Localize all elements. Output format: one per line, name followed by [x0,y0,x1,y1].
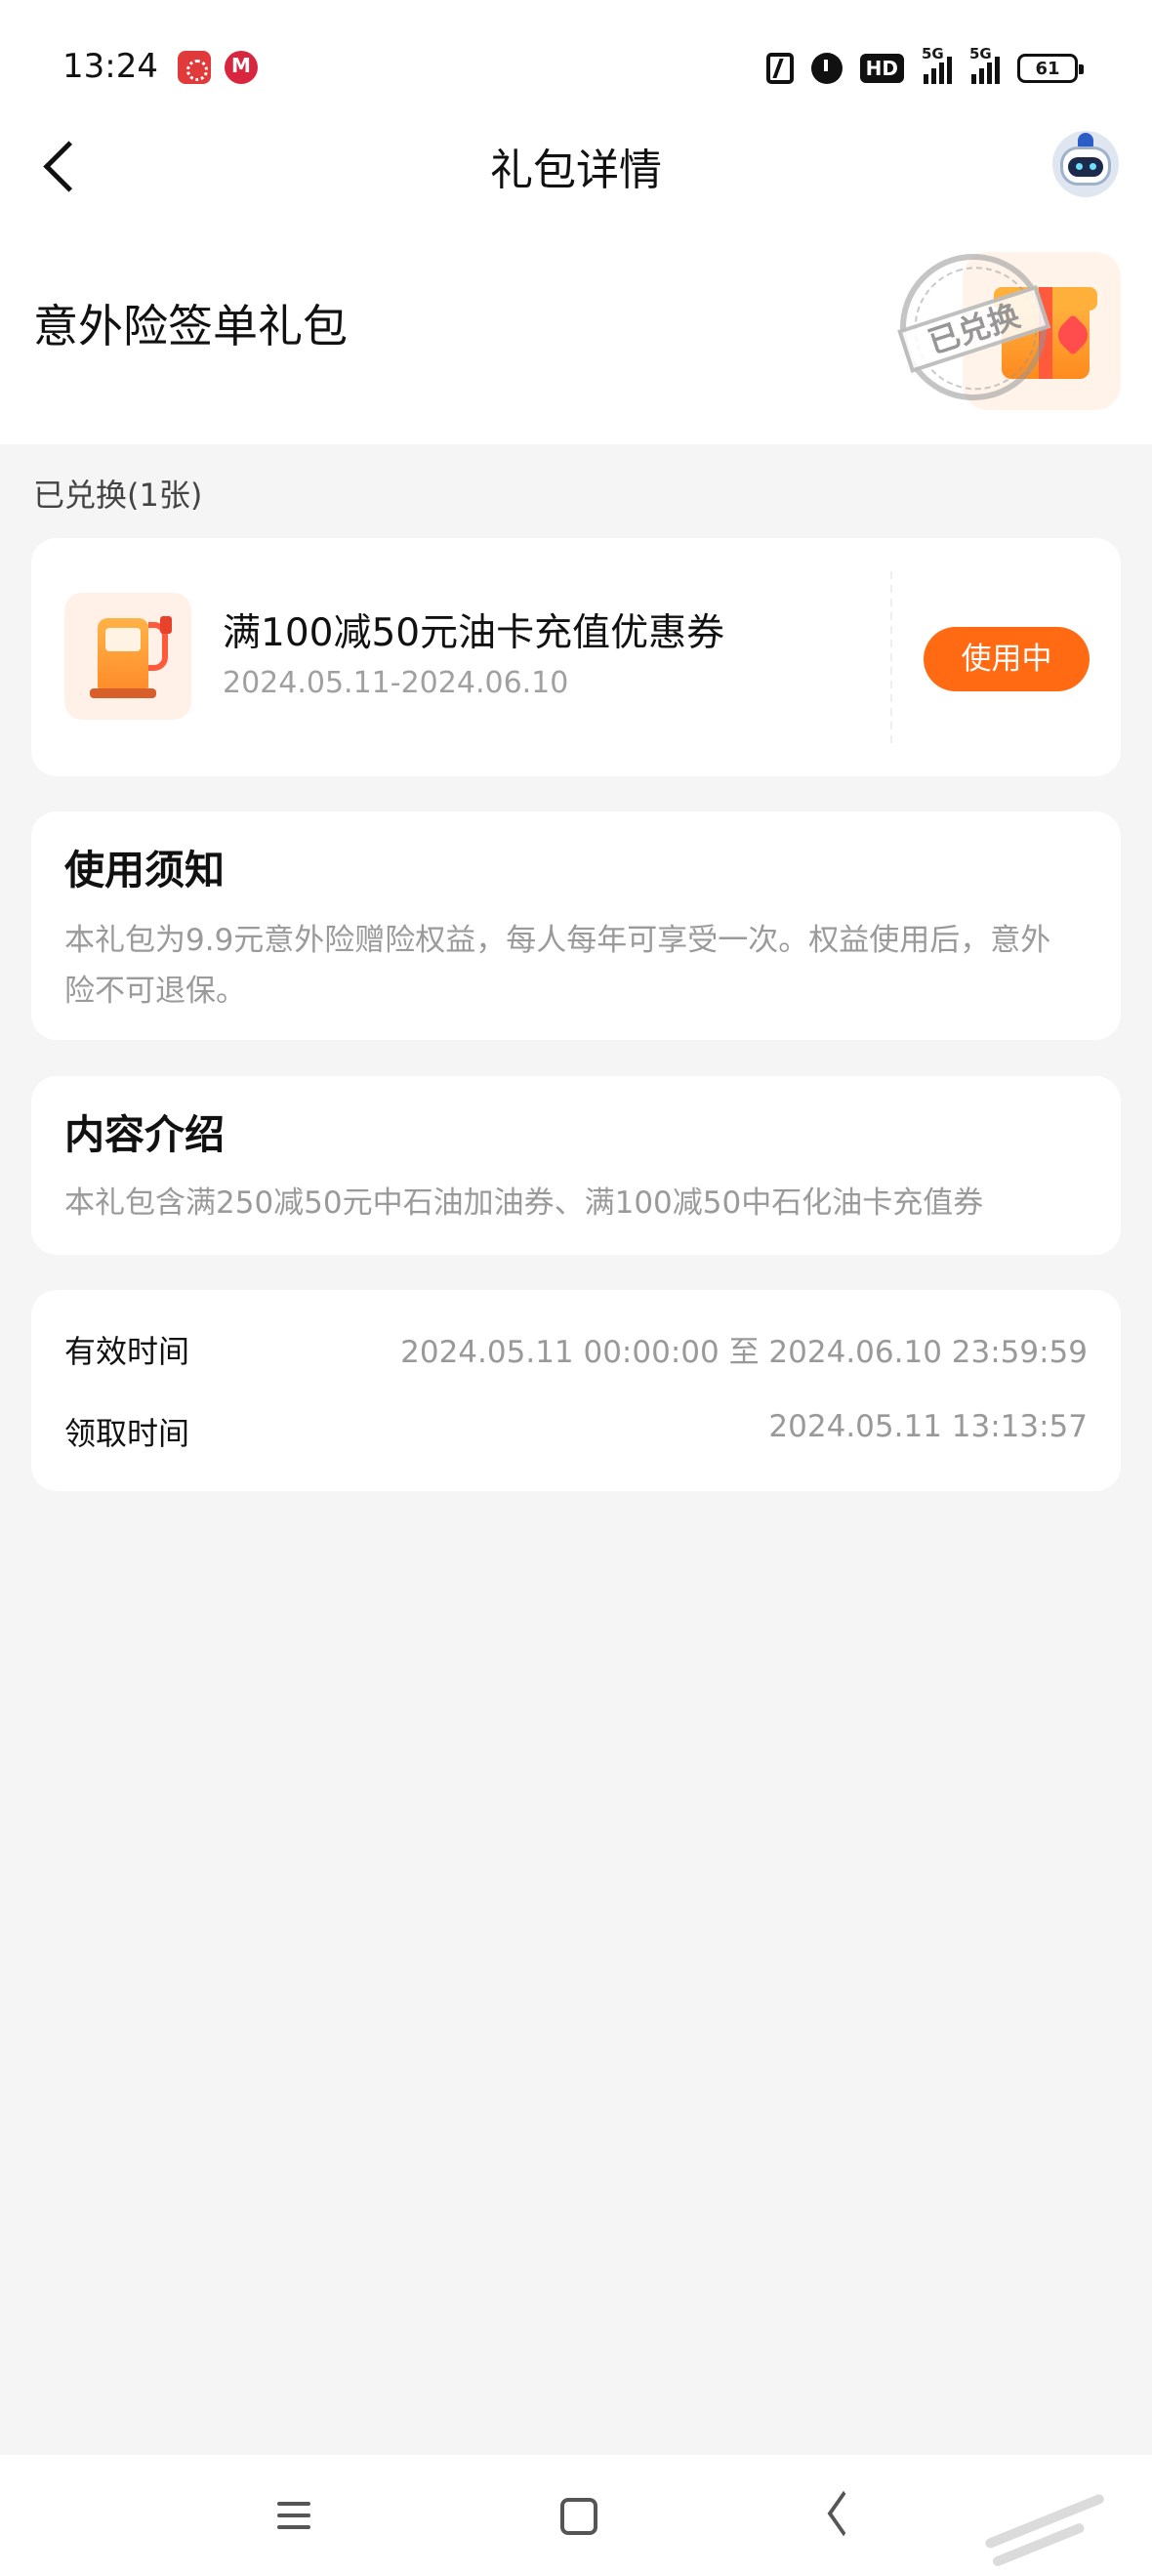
page-title: 礼包详情 [490,145,662,195]
status-bar: 13:24 HD 5G 5G 61 [0,0,1152,117]
claim-time-row: 领取时间 2024.05.11 13:13:57 [64,1409,1088,1458]
status-icons: HD 5G 5G 61 [765,45,1084,88]
screen: 13:24 HD 5G 5G 61 礼包详情 意外险签单礼包 [0,0,1152,2576]
battery-icon: 61 [1017,54,1084,83]
nfc-icon [765,53,794,84]
signal-icon-2: 5G [969,45,1000,84]
usage-notice-card: 使用须知 本礼包为9.9元意外险赠险权益，每人每年可享受一次。权益使用后，意外险… [31,811,1121,1040]
coupon-card[interactable]: 满100减50元油卡充值优惠券 2024.05.11-2024.06.10 使用… [31,538,1121,776]
system-nav-bar [0,2455,1152,2576]
assistant-robot-icon[interactable] [1052,131,1119,197]
claim-time-value: 2024.05.11 13:13:57 [768,1409,1088,1444]
valid-time-value: 2024.05.11 00:00:00 至 2024.06.10 23:59:5… [400,1335,1088,1370]
time-info-card: 有效时间 2024.05.11 00:00:00 至 2024.06.10 23… [31,1290,1121,1491]
recent-apps-icon[interactable] [256,2486,330,2545]
status-time: 13:24 [62,47,158,86]
valid-time-label: 有效时间 [64,1333,190,1370]
valid-time-row: 有效时间 2024.05.11 00:00:00 至 2024.06.10 23… [64,1327,1088,1376]
claim-time-label: 领取时间 [64,1415,190,1452]
redeemed-stamp-label: 已兑换 [897,284,1051,373]
bank-app-notification-icon [225,51,258,84]
app-notification-icon [178,51,211,84]
coupon-validity: 2024.05.11-2024.06.10 [223,666,569,700]
in-use-button[interactable]: 使用中 [924,627,1090,691]
hd-voice-icon: HD [859,54,904,83]
coupon-name: 满100减50元油卡充值优惠券 [223,611,725,655]
home-icon[interactable] [539,2486,613,2545]
signal-icon-1: 5G [922,45,952,84]
alarm-icon [810,53,843,84]
coupon-divider [890,571,892,743]
back-button[interactable] [27,127,105,205]
usage-notice-heading: 使用须知 [64,847,225,893]
system-back-icon[interactable] [802,2486,877,2545]
content-intro-card: 内容介绍 本礼包含满250减50元中石油加油券、满100减50中石化油卡充值券 [31,1076,1121,1255]
battery-level: 61 [1035,58,1060,79]
usage-notice-text: 本礼包为9.9元意外险赠险权益，每人每年可享受一次。权益使用后，意外险不可退保。 [64,923,1051,1009]
content-intro-text: 本礼包含满250减50元中石油加油券、满100减50中石化油卡充值券 [64,1185,984,1221]
gift-header: 意外险签单礼包 已兑换 [0,215,1152,444]
content-intro-heading: 内容介绍 [64,1111,225,1158]
network-type-2: 5G [969,45,992,62]
network-type-1: 5G [922,45,944,62]
nav-bar: 礼包详情 [0,117,1152,215]
fuel-pump-icon [64,593,191,720]
gift-title: 意外险签单礼包 [33,300,348,353]
watermark [980,2476,1138,2576]
redeemed-count-label: 已兑换(1张) [33,477,203,514]
